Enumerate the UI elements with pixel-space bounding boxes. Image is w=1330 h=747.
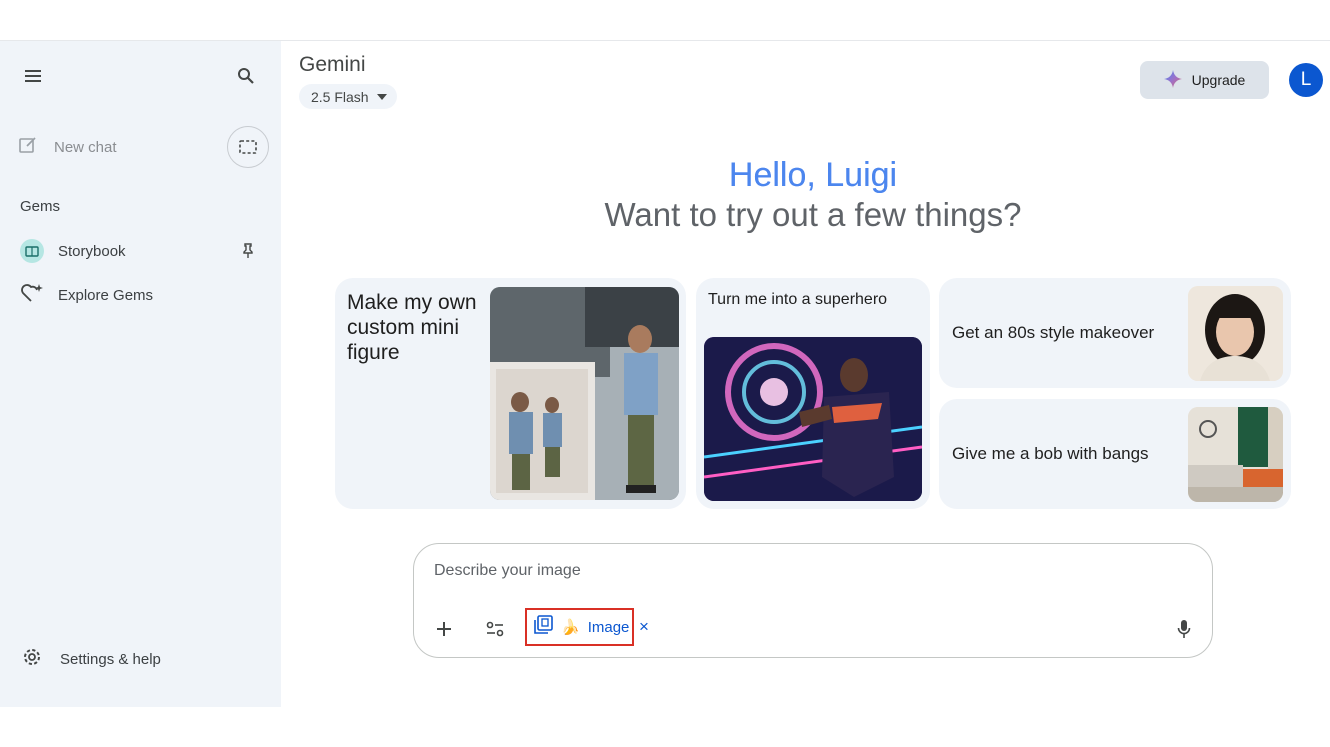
avatar[interactable]: L bbox=[1289, 63, 1323, 97]
app-title: Gemini bbox=[299, 53, 366, 76]
bottom-strip bbox=[0, 707, 1330, 747]
search-icon[interactable] bbox=[231, 61, 261, 91]
sidebar-item-explore-gems[interactable]: Explore Gems bbox=[20, 282, 153, 308]
add-icon[interactable] bbox=[429, 614, 459, 644]
image-gallery-icon bbox=[533, 615, 553, 639]
upgrade-button[interactable]: Upgrade bbox=[1140, 61, 1269, 99]
top-strip bbox=[0, 0, 1330, 41]
close-icon[interactable]: × bbox=[636, 616, 652, 638]
card-text: Make my own custom mini figure bbox=[347, 291, 477, 364]
pin-icon[interactable] bbox=[238, 241, 258, 261]
banana-icon: 🍌 bbox=[561, 619, 580, 636]
suggestion-card-80s-makeover[interactable]: Get an 80s style makeover bbox=[939, 278, 1291, 388]
greeting-hello: Hello, Luigi bbox=[0, 156, 1330, 195]
card-text: Give me a bob with bangs bbox=[952, 444, 1149, 463]
temporary-chat-icon bbox=[239, 140, 257, 154]
gear-icon bbox=[22, 647, 42, 671]
prompt-input[interactable] bbox=[434, 562, 1154, 580]
upgrade-label: Upgrade bbox=[1191, 72, 1246, 88]
portrait-image bbox=[1188, 286, 1283, 381]
settings-and-help-button[interactable]: Settings & help bbox=[22, 647, 161, 671]
image-chip-label: Image bbox=[587, 618, 630, 636]
caret-down-icon bbox=[376, 93, 387, 100]
image-tool-chip[interactable]: 🍌 Image bbox=[525, 608, 634, 646]
prompt-box: 🍌 Image × bbox=[413, 543, 1213, 658]
card-text: Get an 80s style makeover bbox=[952, 323, 1155, 342]
card-text: Turn me into a superhero bbox=[708, 291, 888, 308]
settings-label: Settings & help bbox=[60, 650, 161, 668]
suggestion-card-mini-figure[interactable]: Make my own custom mini figure bbox=[335, 278, 686, 509]
new-chat-label: New chat bbox=[54, 138, 117, 156]
sidebar-item-storybook[interactable]: Storybook bbox=[20, 239, 126, 263]
superhero-image bbox=[704, 337, 922, 501]
sidebar: New chat Gems Storybook Explore Gems Set… bbox=[0, 41, 281, 707]
gemini-sparkle-icon bbox=[1163, 69, 1182, 91]
book-icon bbox=[20, 239, 44, 263]
sidebar-item-label: Explore Gems bbox=[58, 286, 154, 304]
model-label: 2.5 Flash bbox=[311, 88, 369, 105]
sidebar-item-label: Storybook bbox=[58, 242, 126, 260]
menu-icon[interactable] bbox=[18, 63, 48, 89]
microphone-icon[interactable] bbox=[1169, 614, 1199, 644]
greeting-subtitle: Want to try out a few things? bbox=[604, 196, 1022, 233]
mini-figure-image bbox=[490, 287, 679, 500]
interior-image bbox=[1188, 407, 1283, 502]
greeting-hello-text: Hello, Luigi bbox=[728, 156, 898, 194]
suggestion-card-bob-with-bangs[interactable]: Give me a bob with bangs bbox=[939, 399, 1291, 509]
tools-icon[interactable] bbox=[480, 614, 510, 644]
model-selector[interactable]: 2.5 Flash bbox=[299, 84, 397, 109]
gem-sparkle-icon bbox=[20, 282, 44, 308]
suggestion-card-superhero[interactable]: Turn me into a superhero bbox=[696, 278, 930, 509]
